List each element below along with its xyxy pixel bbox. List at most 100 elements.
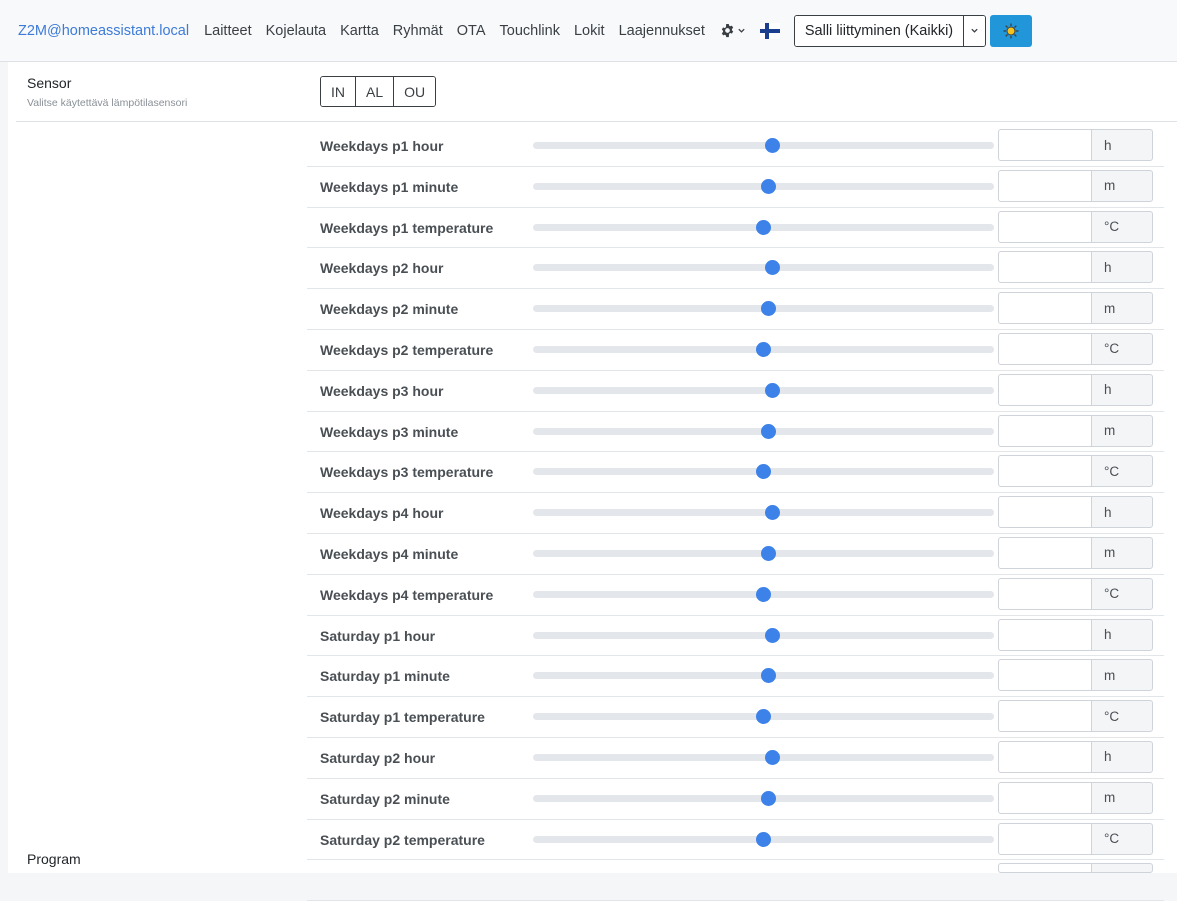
setting-value-input[interactable] (998, 781, 1092, 814)
nav-link-logs[interactable]: Lokit (574, 23, 605, 39)
setting-unit: m (1091, 169, 1153, 202)
slider-thumb[interactable] (765, 505, 781, 521)
setting-slider[interactable] (533, 545, 994, 561)
setting-value-input[interactable] (998, 129, 1092, 161)
setting-unit: m (1091, 781, 1153, 814)
setting-slider[interactable] (533, 178, 994, 194)
setting-value-input[interactable] (998, 496, 1092, 529)
slider-thumb[interactable] (765, 627, 781, 643)
setting-label: Weekdays p1 minute (320, 178, 459, 195)
nav-link-extensions[interactable]: Laajennukset (619, 23, 705, 39)
setting-unit (1091, 863, 1153, 874)
nav-link-dashboard[interactable]: Kojelauta (266, 23, 326, 39)
device-settings-card: Sensor Valitse käytettävä lämpötilasenso… (8, 62, 1177, 901)
setting-slider[interactable] (533, 749, 994, 765)
setting-slider[interactable] (533, 301, 994, 317)
setting-unit: °C (1091, 577, 1153, 610)
setting-slider[interactable] (533, 668, 994, 684)
slider-thumb[interactable] (760, 545, 776, 561)
setting-label: Weekdays p2 hour (320, 260, 444, 277)
setting-value-input[interactable] (998, 740, 1092, 773)
setting-slider[interactable] (533, 709, 994, 725)
setting-unit: m (1091, 659, 1153, 692)
setting-slider[interactable] (533, 219, 994, 235)
setting-row: Weekdays p1 minute m (307, 167, 1164, 208)
setting-value-input[interactable] (998, 169, 1092, 202)
setting-value-input[interactable] (998, 455, 1092, 488)
sun-icon (1003, 23, 1019, 38)
slider-thumb[interactable] (756, 709, 771, 725)
slider-thumb[interactable] (756, 341, 771, 357)
setting-slider[interactable] (533, 586, 994, 602)
setting-slider[interactable] (533, 138, 994, 153)
slider-thumb[interactable] (756, 219, 771, 235)
top-navbar: Z2M@homeassistant.local Laitteet Kojelau… (0, 0, 1177, 62)
slider-thumb[interactable] (760, 423, 776, 439)
slider-thumb[interactable] (765, 382, 781, 398)
slider-thumb[interactable] (760, 178, 776, 194)
slider-thumb[interactable] (765, 138, 781, 153)
setting-row: Weekdays p3 minute m (307, 412, 1164, 453)
setting-value-input[interactable] (998, 618, 1092, 651)
nav-link-map[interactable]: Kartta (340, 23, 379, 39)
sensor-option-ou[interactable]: OU (393, 77, 436, 106)
setting-value-input[interactable] (998, 332, 1092, 365)
setting-value-input[interactable] (998, 292, 1092, 325)
setting-slider[interactable] (533, 464, 994, 480)
setting-slider[interactable] (533, 260, 994, 276)
setting-value-input[interactable] (998, 251, 1092, 284)
setting-value-input[interactable] (998, 373, 1092, 406)
slider-thumb[interactable] (765, 749, 781, 765)
sensor-setting: Sensor Valitse käytettävä lämpötilasenso… (16, 62, 1177, 122)
slider-thumb[interactable] (760, 301, 776, 317)
setting-slider[interactable] (533, 341, 994, 357)
setting-value-input[interactable] (998, 414, 1092, 447)
slider-thumb[interactable] (765, 260, 781, 276)
setting-unit: °C (1091, 332, 1153, 365)
setting-row: Weekdays p1 hour h (307, 126, 1164, 167)
setting-label: Weekdays p2 minute (320, 301, 459, 318)
sensor-option-group: IN AL OU (320, 76, 437, 107)
permit-join-dropdown-toggle[interactable] (963, 15, 986, 46)
setting-label: Weekdays p3 temperature (320, 464, 494, 481)
setting-value-input[interactable] (998, 659, 1092, 692)
setting-value-input[interactable] (998, 700, 1092, 733)
setting-label: Weekdays p4 hour (320, 505, 444, 522)
setting-label: Weekdays p1 temperature (320, 219, 494, 236)
setting-slider[interactable] (533, 382, 994, 398)
theme-toggle-button[interactable] (990, 14, 1033, 47)
permit-join-button[interactable]: Salli liittyminen (Kaikki) (794, 15, 964, 46)
setting-unit: °C (1091, 822, 1153, 855)
slider-thumb[interactable] (756, 831, 771, 847)
setting-slider[interactable] (533, 831, 994, 847)
finnish-flag-icon[interactable] (759, 22, 780, 39)
setting-unit: h (1091, 251, 1153, 284)
slider-thumb[interactable] (760, 790, 776, 806)
nav-link-ota[interactable]: OTA (457, 23, 486, 39)
setting-value-input[interactable] (998, 536, 1092, 569)
setting-row: Saturday p2 temperature °C (307, 820, 1164, 861)
setting-value-input[interactable] (998, 210, 1092, 243)
setting-slider[interactable] (533, 505, 994, 521)
nav-link-touchlink[interactable]: Touchlink (500, 23, 560, 39)
setting-label: Weekdays p3 hour (320, 382, 444, 399)
sensor-option-al[interactable]: AL (355, 77, 394, 106)
brand-link[interactable]: Z2M@homeassistant.local (18, 23, 189, 39)
slider-thumb[interactable] (756, 464, 771, 480)
setting-slider[interactable] (533, 627, 994, 643)
setting-row: Weekdays p4 minute m (307, 534, 1164, 575)
setting-row: Weekdays p2 minute m (307, 289, 1164, 330)
slider-thumb[interactable] (760, 668, 776, 684)
setting-slider[interactable] (533, 423, 994, 439)
slider-thumb[interactable] (756, 586, 771, 602)
sensor-option-in[interactable]: IN (321, 77, 355, 106)
settings-dropdown[interactable] (720, 23, 746, 38)
setting-unit: °C (1091, 700, 1153, 733)
nav-link-groups[interactable]: Ryhmät (393, 23, 443, 39)
setting-value-input[interactable] (998, 822, 1092, 855)
setting-slider[interactable] (533, 790, 994, 806)
setting-unit: h (1091, 740, 1153, 773)
setting-value-input[interactable] (998, 863, 1092, 874)
nav-link-devices[interactable]: Laitteet (204, 23, 252, 39)
setting-value-input[interactable] (998, 577, 1092, 610)
